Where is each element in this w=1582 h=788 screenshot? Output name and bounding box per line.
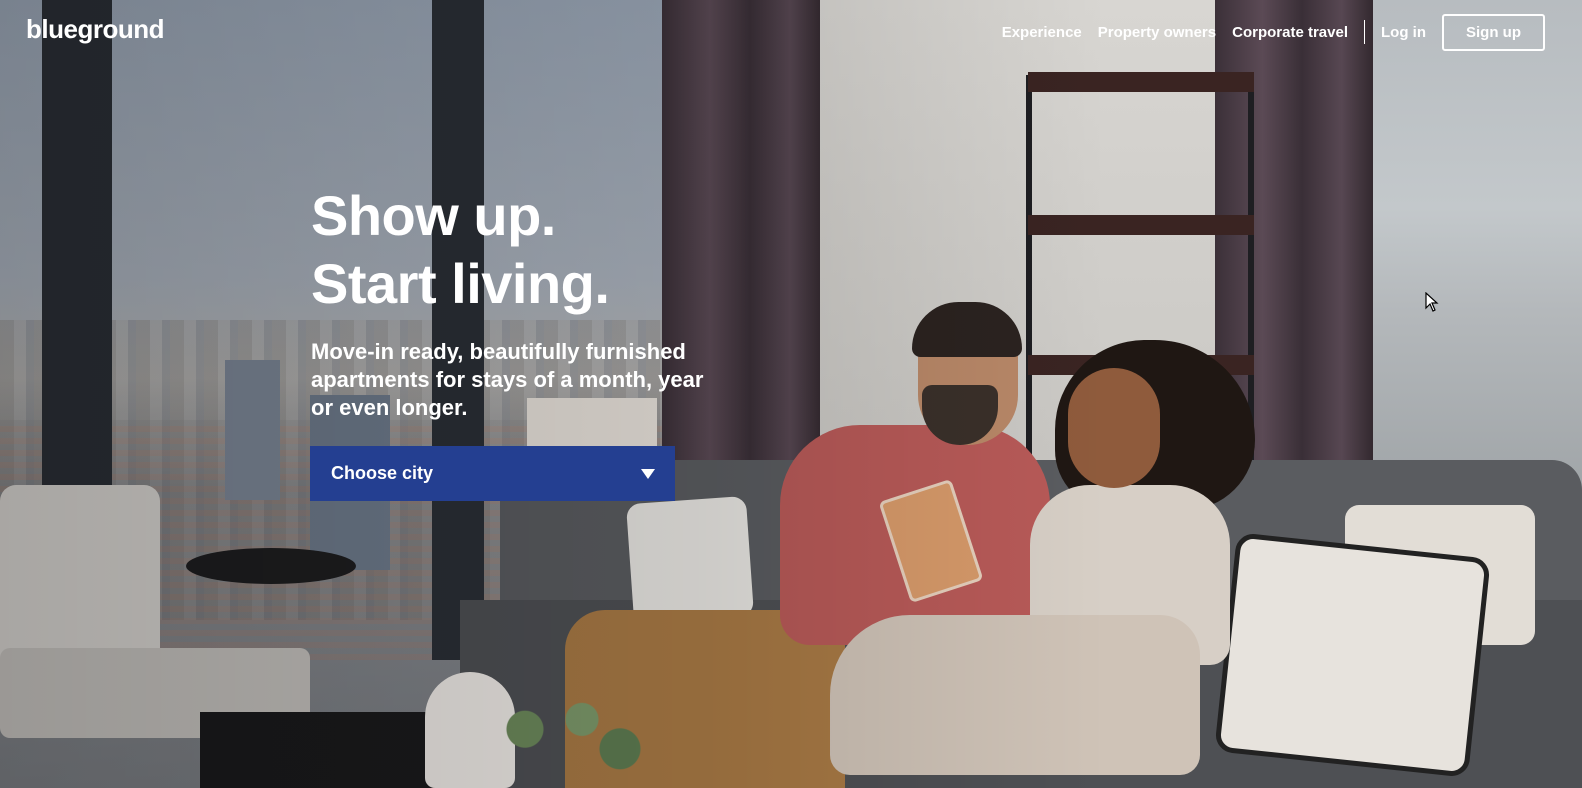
chevron-down-icon: [641, 468, 655, 479]
nav-link-corporate-travel[interactable]: Corporate travel: [1232, 24, 1348, 41]
choose-city-dropdown[interactable]: Choose city: [310, 446, 675, 501]
hero-title-line-2: Start living.: [311, 252, 610, 315]
hero-background-image: [0, 0, 1582, 788]
mouse-cursor-icon: [1425, 292, 1439, 312]
top-nav: Experience Property owners Corporate tra…: [986, 13, 1545, 51]
brand-logo[interactable]: blueground: [26, 14, 164, 45]
hero-section: Show up. Start living. Move-in ready, be…: [311, 182, 731, 422]
hero-subtitle: Move-in ready, beautifully furnished apa…: [311, 339, 704, 420]
choose-city-label: Choose city: [331, 463, 434, 483]
login-link[interactable]: Log in: [1381, 24, 1426, 41]
hero-title: Show up. Start living.: [311, 182, 731, 318]
nav-link-experience[interactable]: Experience: [1002, 24, 1082, 41]
nav-link-property-owners[interactable]: Property owners: [1098, 24, 1216, 41]
nav-divider: [1364, 20, 1365, 44]
hero-title-line-1: Show up.: [311, 184, 556, 247]
signup-button[interactable]: Sign up: [1442, 13, 1545, 51]
